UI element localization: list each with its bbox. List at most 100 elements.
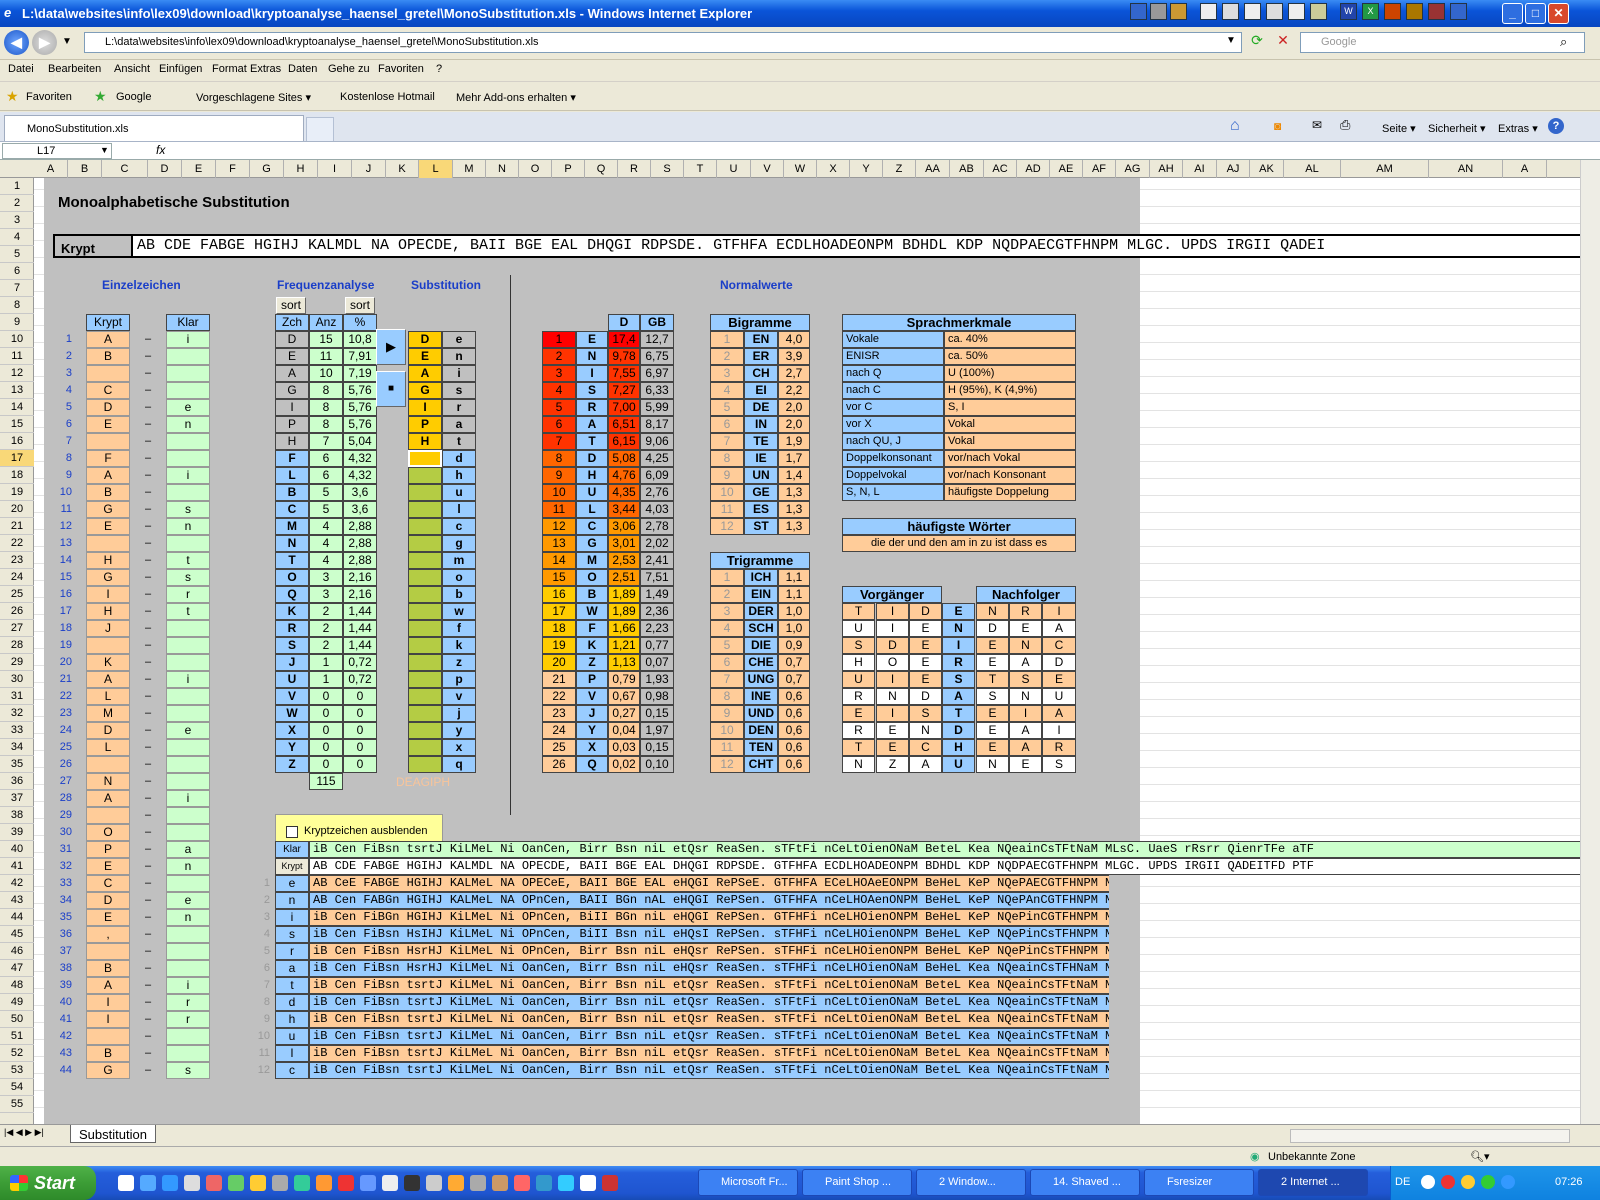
- einzel-krypt-cell[interactable]: C: [86, 875, 130, 892]
- row-header-51[interactable]: 51: [0, 1028, 34, 1045]
- column-header-ag[interactable]: AG: [1116, 160, 1150, 178]
- einzel-krypt-cell[interactable]: I: [86, 586, 130, 603]
- einzel-klar-cell[interactable]: [166, 960, 210, 977]
- column-header-aa[interactable]: AA: [916, 160, 950, 178]
- menu-2[interactable]: Ansicht: [114, 63, 150, 75]
- einzel-krypt-cell[interactable]: G: [86, 501, 130, 518]
- einzel-klar-cell[interactable]: [166, 535, 210, 552]
- einzel-klar-cell[interactable]: e: [166, 722, 210, 739]
- address-dropdown-icon[interactable]: ▼: [1226, 35, 1236, 46]
- einzel-krypt-cell[interactable]: D: [86, 722, 130, 739]
- row-header-8[interactable]: 8: [0, 297, 34, 314]
- row-header-10[interactable]: 10: [0, 331, 34, 348]
- column-header-ab[interactable]: AB: [950, 160, 984, 178]
- tray-icon[interactable]: [1481, 1175, 1495, 1189]
- row-header-43[interactable]: 43: [0, 892, 34, 909]
- einzel-krypt-cell[interactable]: [86, 1028, 130, 1045]
- column-header-f[interactable]: F: [216, 160, 250, 178]
- subst-left-cell[interactable]: [408, 484, 442, 501]
- column-header-h[interactable]: H: [284, 160, 318, 178]
- row-header-36[interactable]: 36: [0, 773, 34, 790]
- menu-0[interactable]: Datei: [8, 63, 34, 75]
- language-indicator[interactable]: DE: [1395, 1176, 1410, 1188]
- einzel-krypt-cell[interactable]: I: [86, 1011, 130, 1028]
- row-header-26[interactable]: 26: [0, 603, 34, 620]
- row-header-39[interactable]: 39: [0, 824, 34, 841]
- column-header-d[interactable]: D: [148, 160, 182, 178]
- row-header-35[interactable]: 35: [0, 756, 34, 773]
- zoom-icon[interactable]: 🔍︎▾: [1470, 1150, 1490, 1163]
- subst-left-cell[interactable]: [408, 739, 442, 756]
- column-header-ae[interactable]: AE: [1050, 160, 1083, 178]
- task-button-1[interactable]: Paint Shop ...: [802, 1169, 912, 1196]
- subst-left-cell[interactable]: [408, 620, 442, 637]
- einzel-klar-cell[interactable]: [166, 875, 210, 892]
- quick-launch-icon[interactable]: [272, 1175, 288, 1191]
- step-line[interactable]: iB Cen FiBGn HGIHJ KiLMeL Ni OPnCen, BiI…: [309, 909, 1109, 926]
- einzel-krypt-cell[interactable]: O: [86, 824, 130, 841]
- fav-suggested-sites[interactable]: Vorgeschlagene Sites ▾: [196, 91, 311, 104]
- einzel-krypt-cell[interactable]: E: [86, 416, 130, 433]
- tools-menu[interactable]: Extras ▾: [1498, 122, 1538, 135]
- einzel-klar-cell[interactable]: n: [166, 518, 210, 535]
- minimize-button[interactable]: _: [1502, 3, 1523, 24]
- einzel-krypt-cell[interactable]: P: [86, 841, 130, 858]
- einzel-krypt-cell[interactable]: E: [86, 518, 130, 535]
- step-line[interactable]: iB Cen FiBsn tsrtJ KiLMeL Ni OanCen, Bir…: [309, 1062, 1109, 1079]
- einzel-klar-cell[interactable]: r: [166, 586, 210, 603]
- menu-4[interactable]: Format: [212, 63, 247, 75]
- einzel-klar-cell[interactable]: r: [166, 994, 210, 1011]
- task-button-0[interactable]: Microsoft Fr...: [698, 1169, 798, 1196]
- tray-icon[interactable]: [1461, 1175, 1475, 1189]
- subst-left-cell[interactable]: [408, 535, 442, 552]
- einzel-klar-cell[interactable]: [166, 773, 210, 790]
- column-header-b[interactable]: B: [68, 160, 102, 178]
- subst-left-cell[interactable]: G: [408, 382, 442, 399]
- einzel-klar-cell[interactable]: [166, 450, 210, 467]
- subst-left-cell[interactable]: [408, 671, 442, 688]
- row-header-21[interactable]: 21: [0, 518, 34, 535]
- row-header-46[interactable]: 46: [0, 943, 34, 960]
- mail-icon[interactable]: [1200, 3, 1217, 20]
- app-icon[interactable]: [1406, 3, 1423, 20]
- app-icon[interactable]: [1450, 3, 1467, 20]
- row-header-16[interactable]: 16: [0, 433, 34, 450]
- column-header-m[interactable]: M: [453, 160, 486, 178]
- step-line[interactable]: iB Cen FiBsn tsrtJ KiLMeL Ni OanCen, Bir…: [309, 994, 1109, 1011]
- play-button[interactable]: ▶: [376, 329, 406, 365]
- einzel-krypt-cell[interactable]: M: [86, 705, 130, 722]
- menu-5[interactable]: Extras: [250, 63, 281, 75]
- quick-launch-icon[interactable]: [316, 1175, 332, 1191]
- einzel-klar-cell[interactable]: [166, 348, 210, 365]
- einzel-klar-cell[interactable]: n: [166, 416, 210, 433]
- quick-launch-icon[interactable]: [470, 1175, 486, 1191]
- tab-scroll-icon[interactable]: |◀ ◀ ▶ ▶|: [4, 1127, 44, 1138]
- quick-launch-icon[interactable]: [294, 1175, 310, 1191]
- subst-left-cell[interactable]: [408, 518, 442, 535]
- subst-left-cell[interactable]: [408, 450, 442, 467]
- subst-left-cell[interactable]: [408, 586, 442, 603]
- einzel-klar-cell[interactable]: i: [166, 790, 210, 807]
- subst-left-cell[interactable]: [408, 501, 442, 518]
- search-input[interactable]: Google: [1300, 32, 1585, 53]
- step-line[interactable]: AB Cen FABGn HGIHJ KALMeL NA OPnCen, BAI…: [309, 892, 1109, 909]
- column-header-x[interactable]: X: [817, 160, 850, 178]
- einzel-krypt-cell[interactable]: L: [86, 739, 130, 756]
- powerpoint-icon[interactable]: [1384, 3, 1401, 20]
- fav-google[interactable]: Google: [116, 91, 151, 103]
- column-header-ah[interactable]: AH: [1150, 160, 1183, 178]
- search-icon[interactable]: ⌕: [1560, 34, 1567, 50]
- quick-launch-icon[interactable]: [140, 1175, 156, 1191]
- row-header-53[interactable]: 53: [0, 1062, 34, 1079]
- app-icon[interactable]: [1170, 3, 1187, 20]
- column-header-ad[interactable]: AD: [1017, 160, 1050, 178]
- tray-icon[interactable]: [1441, 1175, 1455, 1189]
- subst-left-cell[interactable]: [408, 722, 442, 739]
- maximize-button[interactable]: □: [1525, 3, 1546, 24]
- row-header-7[interactable]: 7: [0, 280, 34, 297]
- app-icon[interactable]: [1310, 3, 1327, 20]
- einzel-krypt-cell[interactable]: [86, 365, 130, 382]
- einzel-klar-cell[interactable]: n: [166, 858, 210, 875]
- krypt-text[interactable]: AB CDE FABGE HGIHJ KALMDL NA OPECDE, BAI…: [131, 234, 1580, 258]
- row-header-55[interactable]: 55: [0, 1096, 34, 1113]
